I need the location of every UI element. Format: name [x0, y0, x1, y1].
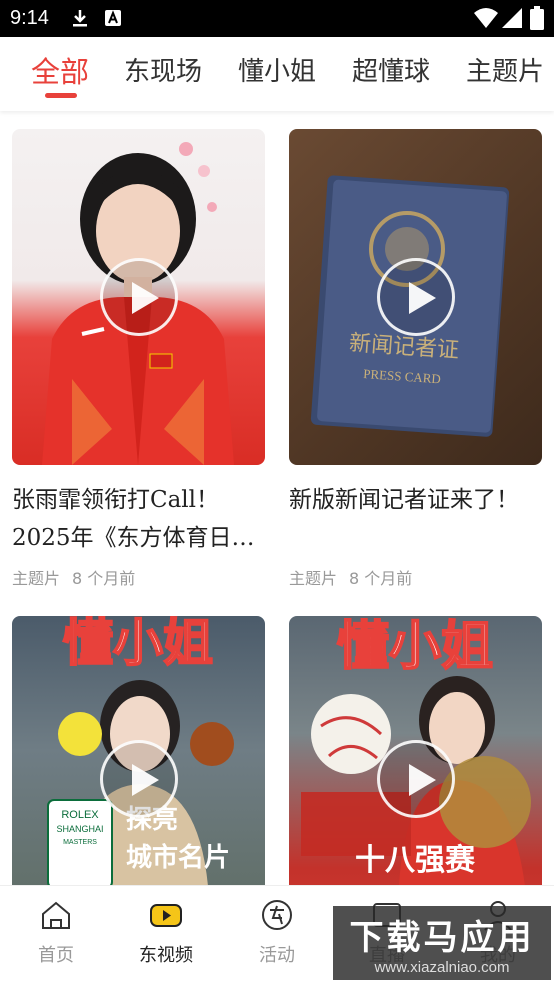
video-category: 主题片: [289, 569, 338, 588]
video-card[interactable]: 张雨霏领衔打Call！2025年《东方体育日… 主题片 8 个月前: [12, 129, 265, 589]
video-title[interactable]: 张雨霏领衔打Call！2025年《东方体育日…: [12, 481, 265, 557]
shanghai-text: SHANGHAI: [56, 824, 103, 834]
wifi-icon: [474, 8, 498, 28]
watermark-url: www.xiazalniao.com: [374, 959, 510, 976]
thumb-headline: 十八强赛: [355, 843, 476, 878]
nav-home[interactable]: 首页: [1, 898, 111, 967]
activity-icon: [262, 900, 292, 930]
video-card[interactable]: 懂小姐 十八强赛: [289, 616, 542, 952]
play-button-icon[interactable]: [376, 740, 455, 818]
video-card[interactable]: 懂小姐 ROLEX SHANGHAI MASTERS 探亮 城市名片: [12, 616, 265, 952]
app-a-icon: [105, 10, 121, 26]
nav-label: 首页: [38, 945, 74, 966]
masters-text: MASTERS: [63, 839, 97, 846]
nav-activity[interactable]: 活动: [222, 898, 332, 967]
thumb-headline-2: 城市名片: [126, 842, 230, 873]
nav-label: 东视频: [139, 945, 193, 966]
video-card[interactable]: 新闻记者证 PRESS CARD 新版新闻记者证来了！ 主题片 8 个月前: [289, 129, 542, 589]
video-time: 8 个月前: [72, 569, 136, 588]
video-thumbnail[interactable]: 新闻记者证 PRESS CARD: [289, 129, 542, 465]
signal-icon: [502, 8, 522, 28]
video-meta: 主题片 8 个月前: [289, 565, 412, 589]
play-button-icon[interactable]: [99, 258, 178, 336]
play-button-icon[interactable]: [99, 740, 178, 818]
rolex-text: ROLEX: [61, 809, 99, 821]
tab-all[interactable]: 全部: [31, 49, 89, 91]
tab-active-indicator: [45, 93, 77, 98]
battery-icon: [530, 6, 544, 30]
nav-label: 活动: [259, 945, 295, 966]
video-category: 主题片: [12, 569, 61, 588]
video-meta: 主题片 8 个月前: [12, 565, 135, 589]
video-time: 8 个月前: [349, 569, 413, 588]
tab-super-football[interactable]: 超懂球: [352, 51, 430, 88]
status-time: 9:14: [10, 7, 49, 29]
status-bar: 9:14: [0, 0, 554, 37]
tab-miss-dong[interactable]: 懂小姐: [238, 51, 316, 88]
watermark-title: 下载马应用: [349, 918, 535, 958]
site-watermark: 下载马应用 www.xiazalniao.com: [333, 906, 551, 980]
nav-dong-video[interactable]: 东视频: [111, 898, 221, 967]
video-thumbnail[interactable]: [12, 129, 265, 465]
download-icon: [73, 10, 87, 27]
show-logo-text: 懂小姐: [63, 616, 213, 672]
video-icon: [150, 904, 182, 927]
tab-dong-live[interactable]: 东现场: [124, 51, 202, 88]
category-tab-bar: 全部 东现场 懂小姐 超懂球 主题片: [0, 37, 554, 111]
video-title[interactable]: 新版新闻记者证来了！: [289, 481, 542, 519]
home-icon: [42, 901, 70, 929]
play-button-icon[interactable]: [376, 258, 455, 336]
show-logo-text: 懂小姐: [337, 617, 493, 677]
tab-theme-films[interactable]: 主题片: [466, 51, 544, 88]
